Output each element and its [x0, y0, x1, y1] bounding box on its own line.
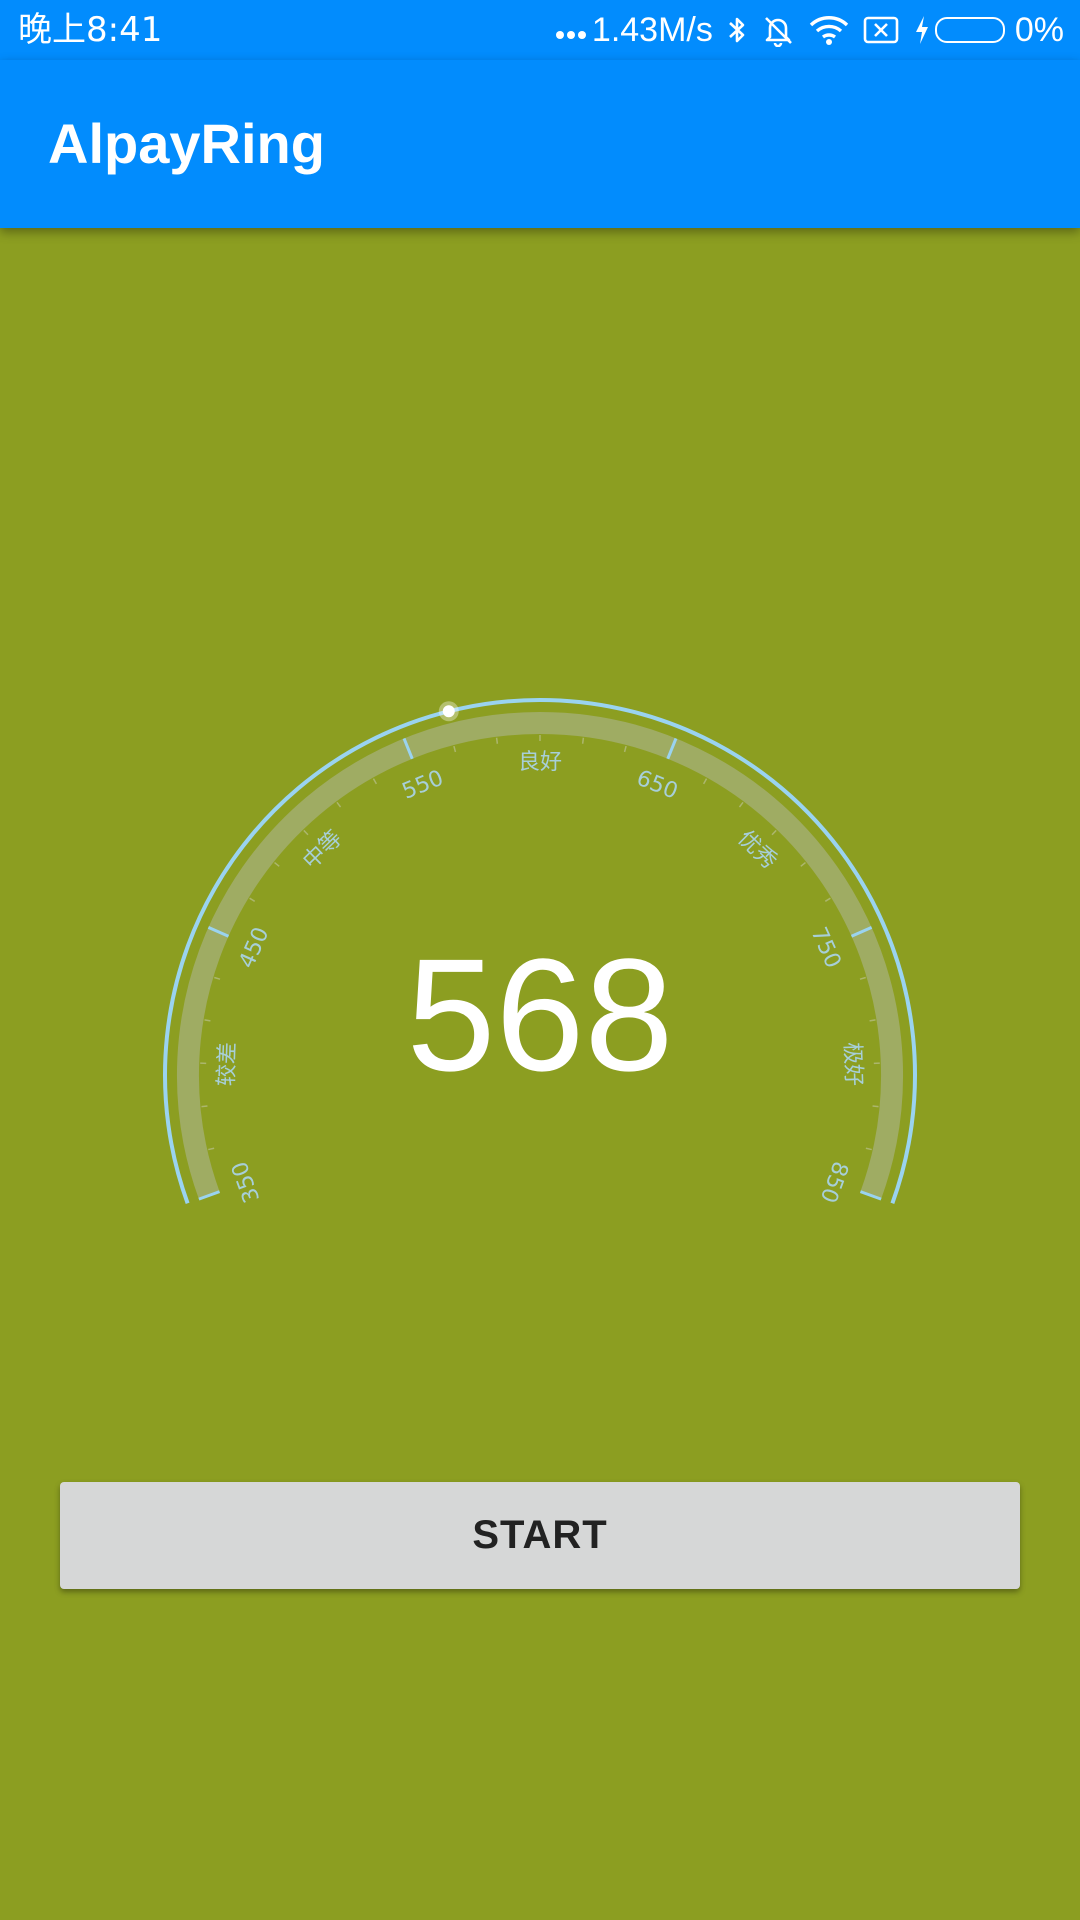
minor-tick: [372, 778, 378, 785]
minor-tick: [865, 1147, 872, 1151]
app-bar: AlpayRing: [0, 60, 1080, 228]
tick-label: 850: [815, 1158, 853, 1206]
bluetooth-icon: [727, 14, 747, 46]
battery-icon: [934, 17, 1005, 43]
gauge-ring: 350450550 650750850较差中等良好优秀极好: [163, 697, 917, 1206]
minor-tick: [249, 897, 256, 902]
battery-percent: 0%: [1014, 10, 1064, 49]
minor-tick: [824, 897, 831, 902]
wifi-icon: [809, 14, 849, 46]
tick-label: 650: [633, 766, 681, 805]
credit-score-gauge: 350 450 550 650 750 850 较差 中等 良好 优秀 极好 568: [0, 600, 1080, 1240]
grade-label: 良好: [518, 750, 562, 775]
minor-tick: [623, 745, 627, 753]
minor-tick: [771, 829, 777, 836]
minor-tick: [800, 861, 806, 867]
minor-tick: [336, 801, 342, 808]
network-speed: 1.43M/s: [555, 10, 713, 50]
minor-tick: [201, 1105, 208, 1108]
minor-tick: [738, 801, 744, 808]
indicator-dot: [442, 705, 455, 718]
charging-icon: [913, 14, 931, 46]
sim-icon: [863, 15, 899, 45]
minor-tick: [872, 1105, 879, 1108]
more-dots-icon: [555, 31, 586, 39]
status-icons: 1.43M/s 0%: [555, 8, 1064, 52]
minor-tick: [208, 1147, 215, 1151]
status-bar: 晚上8:41 1.43M/s 0%: [0, 0, 1080, 60]
minor-tick: [581, 737, 585, 744]
minor-tick: [274, 861, 280, 867]
minor-tick: [453, 745, 457, 753]
score-value: 568: [406, 925, 674, 1104]
network-speed-text: 1.43M/s: [591, 10, 713, 49]
minor-tick: [702, 778, 708, 785]
mute-icon: [761, 13, 795, 47]
status-time: 晚上8:41: [18, 10, 163, 50]
minor-tick: [303, 829, 309, 836]
app-title: AlpayRing: [48, 112, 325, 175]
tick-label: 550: [399, 766, 447, 805]
battery-indicator: 0%: [913, 11, 1064, 50]
start-button[interactable]: START: [60, 1482, 1020, 1589]
minor-tick: [495, 737, 499, 744]
tick-label: 350: [227, 1158, 265, 1206]
